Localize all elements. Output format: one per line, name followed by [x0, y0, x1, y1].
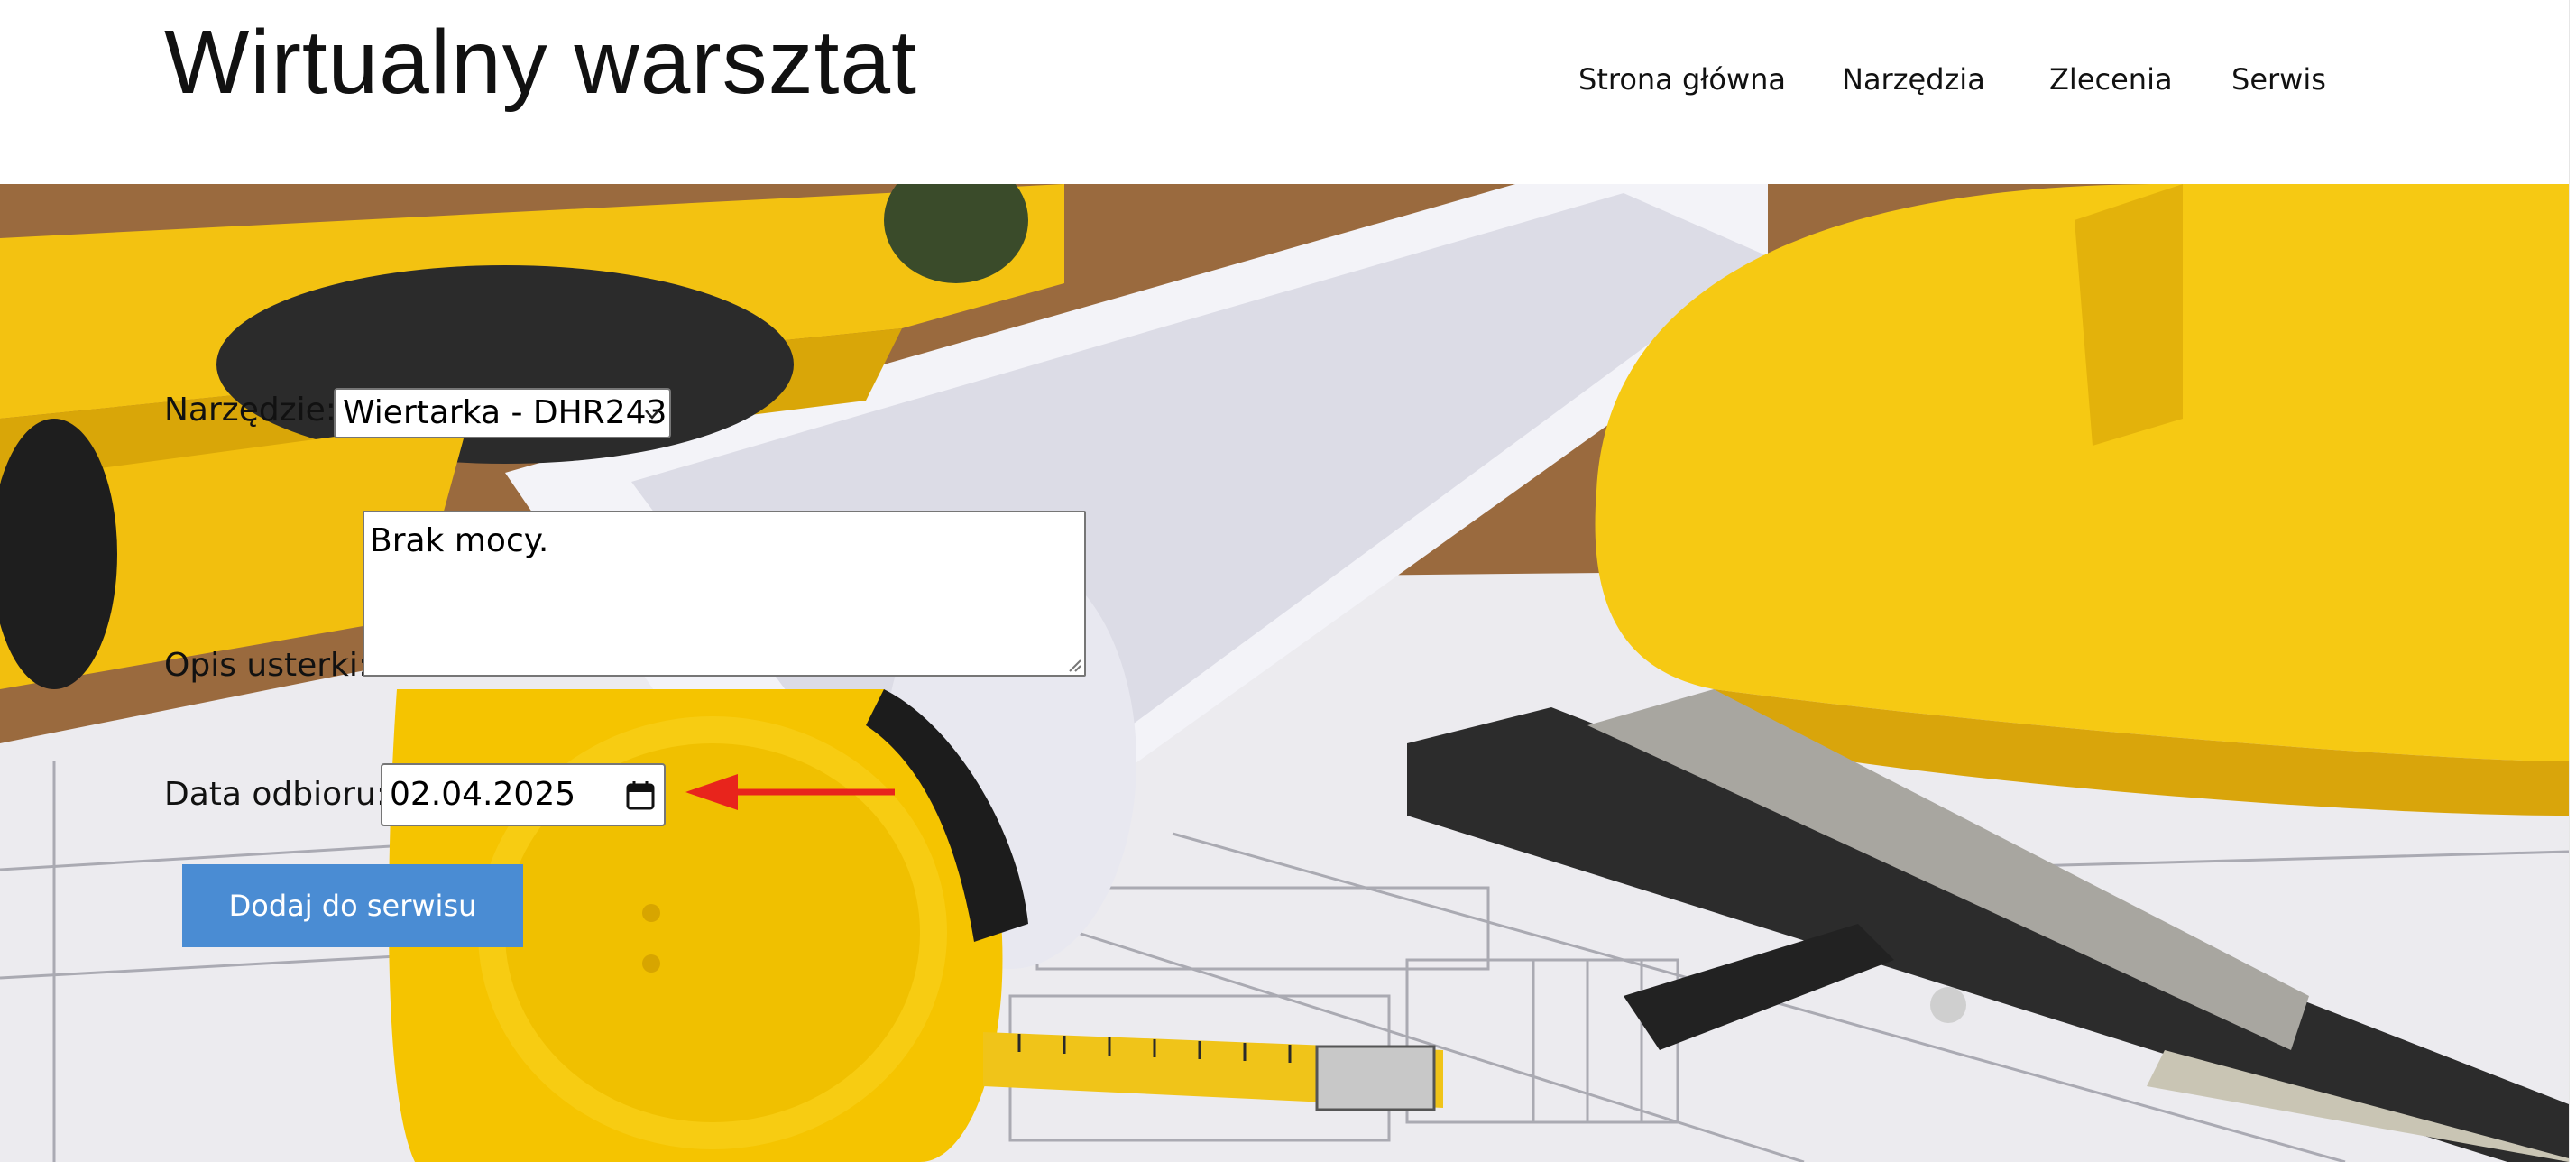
calendar-icon[interactable]	[624, 779, 657, 812]
add-to-service-button[interactable]: Dodaj do serwisu	[182, 864, 523, 947]
annotation-arrow	[685, 774, 895, 810]
window-edge	[2569, 0, 2576, 1162]
chevron-down-icon	[645, 410, 659, 420]
pickup-date-label: Data odbioru:	[164, 776, 387, 813]
nav-link-tools[interactable]: Narzędzia	[1842, 54, 1985, 105]
tool-select-value: Wiertarka - DHR243	[343, 394, 667, 431]
site-header: Wirtualny warsztat Strona główna Narzędz…	[0, 0, 2569, 184]
nav-link-orders[interactable]: Zlecenia	[2049, 54, 2173, 105]
main-nav: Strona główna Narzędzia Zlecenia Serwis	[0, 54, 2569, 108]
fault-description-textarea[interactable]: Brak mocy.	[363, 511, 1086, 677]
nav-link-service[interactable]: Serwis	[2231, 54, 2326, 105]
tool-select[interactable]: Wiertarka - DHR243	[334, 388, 671, 438]
fault-label: Opis usterki:	[164, 647, 370, 684]
tool-label: Narzędzie:	[164, 392, 336, 429]
resize-grip-icon[interactable]	[1066, 657, 1082, 673]
fault-description-value: Brak mocy.	[370, 522, 549, 559]
pickup-date-input[interactable]: 02.04.2025	[381, 763, 666, 826]
nav-link-home[interactable]: Strona główna	[1578, 54, 1786, 105]
pickup-date-value: 02.04.2025	[390, 776, 576, 813]
